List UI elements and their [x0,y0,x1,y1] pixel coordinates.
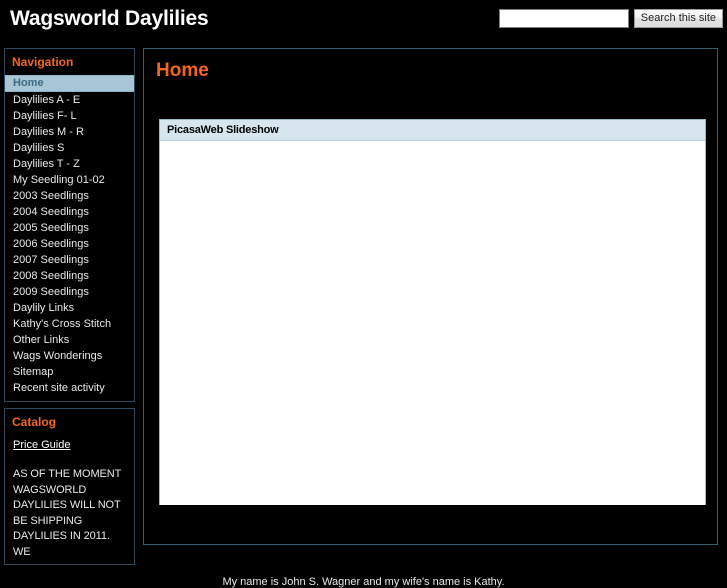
sidebar-item-my-seedling-01-02[interactable]: My Seedling 01-02 [5,172,134,188]
intro-text: My name is John S. Wagner and my wife's … [222,576,505,588]
catalog-notice-text: AS OF THE MOMENT WAGSWORLD DAYLILIES WIL… [13,468,122,558]
catalog-title: Catalog [12,415,57,429]
navigation-list: Home Daylilies A - E Daylilies F- L Daylili… [5,75,134,396]
search-this-site-button[interactable]: Search this site [633,9,723,28]
sidebar-item-other-links[interactable]: Other Links [5,332,134,348]
search-input[interactable] [498,9,629,28]
navigation-title: Navigation [12,55,74,69]
sidebar-item-2009-seedlings[interactable]: 2009 Seedlings [5,284,134,300]
site-title: Wagsworld Daylilies [10,7,209,30]
sidebar-item-wags-wonderings[interactable]: Wags Wonderings [5,348,134,364]
sidebar-item-daylily-links[interactable]: Daylily Links [5,300,134,316]
sidebar-item-kathy-s-cross-stitch[interactable]: Kathy's Cross Stitch [5,316,134,332]
page-title: Home [156,60,209,81]
sidebar-item-recent-site-activity[interactable]: Recent site activity [5,380,134,396]
sidebar-item-daylilies-t-z[interactable]: Daylilies T - Z [5,156,134,172]
sidebar-item-2003-seedlings[interactable]: 2003 Seedlings [5,188,134,204]
sidebar-item-daylilies-f-l[interactable]: Daylilies F- L [5,108,134,124]
sidebar-item-daylilies-m-r[interactable]: Daylilies M - R [5,124,134,140]
sidebar-item-daylilies-a-e[interactable]: Daylilies A - E [5,92,134,108]
navigation-box: Navigation Home Daylilies A - E Daylilies … [4,48,135,402]
site-search: Search this site [498,9,723,28]
sidebar-item-2005-seedlings[interactable]: 2005 Seedlings [5,220,134,236]
content-box: Home PicasaWeb Slideshow [143,48,718,545]
sidebar-item-2004-seedlings[interactable]: 2004 Seedlings [5,204,134,220]
catalog-box: Catalog Price Guide AS OF THE MOMENT WAG… [4,408,135,565]
sidebar-item-daylilies-s[interactable]: Daylilies S [5,140,134,156]
sidebar-item-2006-seedlings[interactable]: 2006 Seedlings [5,236,134,252]
sidebar-item-2007-seedlings[interactable]: 2007 Seedlings [5,252,134,268]
sidebar: Navigation Home Daylilies A - E Daylilies … [4,48,135,565]
sidebar-item-home[interactable]: Home [5,75,134,92]
picasaweb-slideshow-panel[interactable]: PicasaWeb Slideshow [159,119,706,505]
sidebar-item-sitemap[interactable]: Sitemap [5,364,134,380]
price-guide-link[interactable]: Price Guide [13,439,70,451]
slideshow-title: PicasaWeb Slideshow [160,120,705,141]
sidebar-item-2008-seedlings[interactable]: 2008 Seedlings [5,268,134,284]
slideshow-viewport[interactable] [160,141,705,505]
site-header: Wagsworld Daylilies Search this site [0,0,727,48]
